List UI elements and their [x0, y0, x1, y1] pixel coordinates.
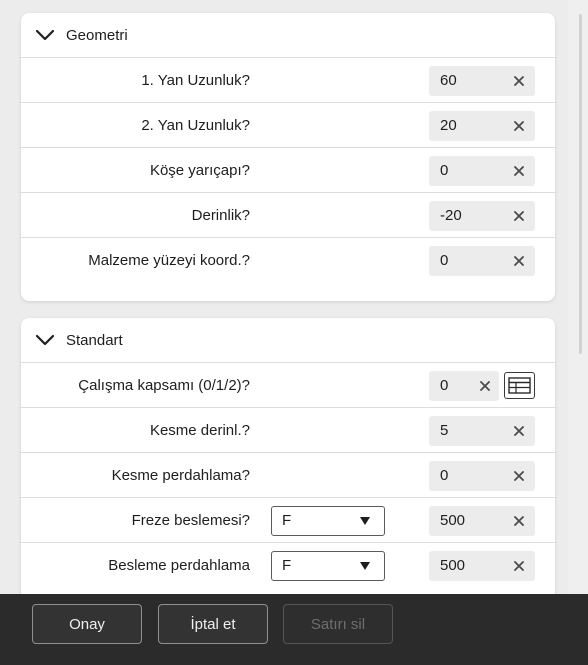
delete-row-button: Satırı sil [283, 604, 393, 644]
close-icon[interactable] [511, 201, 527, 231]
select-value: F [282, 557, 292, 574]
field-label: Kesme perdahlama? [111, 467, 250, 484]
input-value: 500 [440, 557, 466, 574]
cancel-button[interactable]: İptal et [158, 604, 268, 644]
field-label: Malzeme yüzeyi koord.? [88, 252, 250, 269]
field-label: Freze beslemesi? [131, 512, 250, 529]
value-input[interactable]: 500 [429, 551, 535, 581]
close-icon[interactable] [511, 156, 527, 186]
feed-unit-select[interactable]: F [271, 506, 385, 536]
field-label: 2. Yan Uzunluk? [141, 117, 250, 134]
close-icon[interactable] [511, 111, 527, 141]
value-input[interactable]: 5 [429, 416, 535, 446]
value-input[interactable]: -20 [429, 201, 535, 231]
input-value: 20 [440, 117, 457, 134]
form-row: Derinlik? -20 [21, 193, 555, 238]
field-label: 1. Yan Uzunluk? [141, 72, 250, 89]
section-geometri-header[interactable]: Geometri [21, 13, 555, 58]
field-label: Çalışma kapsamı (0/1/2)? [78, 377, 250, 394]
confirm-button[interactable]: Onay [32, 604, 142, 644]
field-label: Derinlik? [191, 207, 250, 224]
scrollbar-thumb[interactable] [579, 14, 582, 354]
close-icon[interactable] [511, 246, 527, 276]
input-value: 5 [440, 422, 449, 439]
chevron-down-icon [35, 334, 55, 346]
table-icon [508, 377, 531, 394]
input-value: -20 [440, 207, 462, 224]
form-row: Kesme derinl.? 5 [21, 408, 555, 453]
form-row: 1. Yan Uzunluk? 60 [21, 58, 555, 103]
input-value: 60 [440, 72, 457, 89]
input-value: 0 [440, 162, 449, 179]
caret-down-icon [360, 517, 370, 525]
value-input[interactable]: 500 [429, 506, 535, 536]
table-select-button[interactable] [504, 372, 535, 399]
caret-down-icon [360, 562, 370, 570]
form-row: Köşe yarıçapı? 0 [21, 148, 555, 193]
section-standart: Standart Çalışma kapsamı (0/1/2)? 0 Kesm… [21, 318, 555, 594]
close-icon[interactable] [511, 461, 527, 491]
value-input[interactable]: 0 [429, 461, 535, 491]
close-icon[interactable] [477, 371, 493, 401]
vertical-scrollbar[interactable] [568, 0, 588, 594]
form-row: Malzeme yüzeyi koord.? 0 [21, 238, 555, 283]
input-value: 0 [440, 377, 449, 394]
input-value: 0 [440, 252, 449, 269]
feed-unit-select[interactable]: F [271, 551, 385, 581]
value-input[interactable]: 20 [429, 111, 535, 141]
value-input[interactable]: 0 [429, 156, 535, 186]
field-label: Besleme perdahlama [108, 557, 250, 574]
value-input[interactable]: 0 [429, 371, 499, 401]
close-icon[interactable] [511, 506, 527, 536]
section-title: Geometri [66, 26, 128, 44]
form-scroll-area[interactable]: Geometri 1. Yan Uzunluk? 60 2. Yan Uzunl… [0, 0, 588, 594]
close-icon[interactable] [511, 551, 527, 581]
close-icon[interactable] [511, 416, 527, 446]
chevron-down-icon [35, 29, 55, 41]
form-row: Çalışma kapsamı (0/1/2)? 0 [21, 363, 555, 408]
value-input[interactable]: 0 [429, 246, 535, 276]
form-row: Besleme perdahlama F 500 [21, 543, 555, 588]
select-value: F [282, 512, 292, 529]
input-value: 500 [440, 512, 466, 529]
input-value: 0 [440, 467, 449, 484]
form-row: Kesme perdahlama? 0 [21, 453, 555, 498]
field-label: Köşe yarıçapı? [149, 162, 250, 179]
form-row: 2. Yan Uzunluk? 20 [21, 103, 555, 148]
close-icon[interactable] [511, 66, 527, 96]
form-row: Freze beslemesi? F 500 [21, 498, 555, 543]
section-standart-header[interactable]: Standart [21, 318, 555, 363]
action-bar: Onay İptal et Satırı sil [0, 594, 588, 665]
section-geometri: Geometri 1. Yan Uzunluk? 60 2. Yan Uzunl… [21, 13, 555, 301]
section-title: Standart [66, 331, 123, 349]
value-input[interactable]: 60 [429, 66, 535, 96]
field-label: Kesme derinl.? [149, 422, 250, 439]
